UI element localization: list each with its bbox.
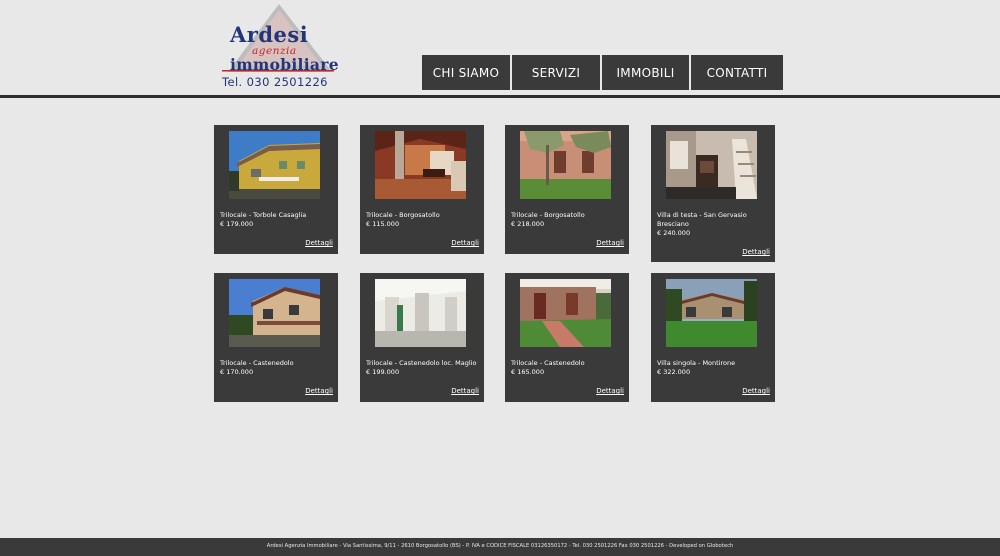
listing-price: € 115.000 [366, 220, 400, 228]
nav-contatti[interactable]: CONTATTI [691, 55, 783, 90]
details-link[interactable]: Dettagli [305, 387, 333, 395]
listing-card: Trilocale - Torbole Casaglia € 179.000 D… [214, 125, 338, 254]
listing-title: Trilocale - Borgosatollo [511, 211, 585, 219]
listing-card: Villa di testa - San Gervasio Bresciano … [651, 125, 775, 262]
listing-title: Trilocale - Torbole Casaglia [220, 211, 307, 219]
nav-immobili[interactable]: IMMOBILI [602, 55, 691, 90]
listing-card: Trilocale - Castenedolo € 165.000 Dettag… [505, 273, 629, 402]
listing-photo[interactable] [375, 279, 466, 347]
listing-card: Trilocale - Castenedolo € 170.000 Dettag… [214, 273, 338, 402]
nav-servizi[interactable]: SERVIZI [512, 55, 602, 90]
details-link[interactable]: Dettagli [596, 239, 624, 247]
garden-house-photo [520, 131, 611, 199]
listing-photo[interactable] [520, 131, 611, 199]
site-logo[interactable]: Ardesi agenzia immobiliare Tel. 030 2501… [218, 4, 340, 90]
listing-title: Trilocale - Castenedolo [511, 359, 585, 367]
listing-card: Trilocale - Borgosatollo € 115.000 Detta… [360, 125, 484, 254]
listing-price: € 199.000 [366, 368, 400, 376]
listing-photo[interactable] [229, 279, 320, 347]
details-link[interactable]: Dettagli [596, 387, 624, 395]
listing-price: € 179.000 [220, 220, 254, 228]
listing-photo[interactable] [520, 279, 611, 347]
listing-photo[interactable] [229, 131, 320, 199]
details-link[interactable]: Dettagli [451, 239, 479, 247]
footer-text: Ardesi Agenzia Immobiliare - Via Santiss… [266, 543, 734, 549]
listing-price: € 170.000 [220, 368, 254, 376]
nav-chi-siamo[interactable]: CHI SIAMO [422, 55, 512, 90]
yellow-townhouse-photo [229, 131, 320, 199]
listing-card: Villa singola - Montirone € 322.000 Dett… [651, 273, 775, 402]
villa-lawn-photo [666, 279, 757, 347]
main-nav: CHI SIAMO SERVIZI IMMOBILI CONTATTI [422, 55, 783, 90]
listing-title: Trilocale - Castenedolo [220, 359, 294, 367]
listing-photo[interactable] [375, 131, 466, 199]
listing-price: € 165.000 [511, 368, 545, 376]
listing-title: Trilocale - Borgosatollo [366, 211, 440, 219]
listing-card: Trilocale - Castenedolo loc. Maglio € 19… [360, 273, 484, 402]
listing-photo[interactable] [666, 131, 757, 199]
staircase-interior-photo [666, 131, 757, 199]
site-footer: Ardesi Agenzia Immobiliare - Via Santiss… [0, 538, 1000, 556]
details-link[interactable]: Dettagli [742, 387, 770, 395]
details-link[interactable]: Dettagli [305, 239, 333, 247]
listing-card: Trilocale - Borgosatollo € 218.000 Detta… [505, 125, 629, 254]
details-link[interactable]: Dettagli [451, 387, 479, 395]
listing-photo[interactable] [666, 279, 757, 347]
logo-name: Ardesi [230, 22, 309, 47]
balcony-house-photo [229, 279, 320, 347]
details-link[interactable]: Dettagli [742, 248, 770, 256]
listing-price: € 218.000 [511, 220, 545, 228]
listing-title: Trilocale - Castenedolo loc. Maglio [366, 359, 477, 367]
listing-price: € 322.000 [657, 368, 691, 376]
living-room-photo [375, 131, 466, 199]
brick-path-house-photo [520, 279, 611, 347]
header-divider [0, 95, 1000, 98]
listing-price: € 240.000 [657, 229, 691, 237]
listing-title: Villa singola - Montirone [657, 359, 736, 367]
listing-title: Villa di testa - San Gervasio Bresciano [657, 211, 747, 228]
logo-subtitle-2: immobiliare [230, 55, 339, 74]
site-header: Ardesi agenzia immobiliare Tel. 030 2501… [0, 0, 1000, 96]
white-interior-photo [375, 279, 466, 347]
logo-phone: Tel. 030 2501226 [222, 75, 328, 89]
